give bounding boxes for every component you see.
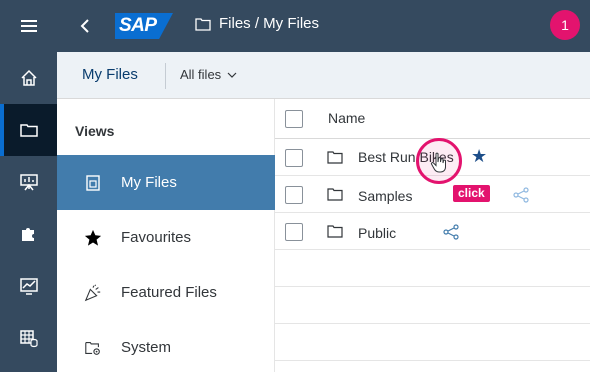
empty-row xyxy=(275,287,590,324)
row-checkbox[interactable] xyxy=(285,149,303,167)
folder-icon xyxy=(327,151,343,164)
puzzle-icon xyxy=(21,228,34,241)
sap-logo[interactable]: SAP xyxy=(115,13,173,39)
views-panel: Views My Files Favourites Featured Files… xyxy=(57,99,275,372)
star-icon xyxy=(83,228,103,248)
chevron-left-icon xyxy=(80,19,89,33)
all-files-label: All files xyxy=(180,67,222,82)
my-files-title[interactable]: My Files xyxy=(82,66,138,83)
view-system[interactable]: System xyxy=(57,320,275,372)
click-label: click xyxy=(453,185,490,202)
chevron-down-icon xyxy=(227,72,237,78)
view-my-files[interactable]: My Files xyxy=(57,155,275,210)
document-icon xyxy=(83,173,103,193)
presentation-icon xyxy=(19,174,38,191)
view-label: My Files xyxy=(121,174,177,191)
back-button[interactable] xyxy=(73,14,97,38)
system-folder-icon xyxy=(83,338,103,358)
views-heading: Views xyxy=(75,123,115,139)
logo-text: SAP xyxy=(119,15,157,36)
analytics-button[interactable] xyxy=(0,260,57,312)
row-checkbox[interactable] xyxy=(285,186,303,204)
notification-count: 1 xyxy=(561,17,569,33)
table-header-row: Name xyxy=(275,99,590,139)
favourite-star-icon[interactable]: ★ xyxy=(471,146,487,167)
folder-icon xyxy=(327,225,343,238)
empty-row xyxy=(275,250,590,287)
file-name-link[interactable]: Public xyxy=(358,225,396,241)
row-checkbox[interactable] xyxy=(285,223,303,241)
view-featured-files[interactable]: Featured Files xyxy=(57,265,275,320)
view-label: System xyxy=(121,339,172,356)
all-files-dropdown[interactable]: All files xyxy=(180,67,237,82)
view-favourites[interactable]: Favourites xyxy=(57,210,275,265)
empty-row xyxy=(275,324,590,361)
view-label: Featured Files xyxy=(121,284,217,301)
file-name-link[interactable]: Samples xyxy=(358,188,412,204)
folder-icon xyxy=(327,188,343,201)
party-popper-icon xyxy=(83,283,103,303)
breadcrumb: Files / My Files xyxy=(195,15,319,32)
files-subheader: My Files All files xyxy=(57,52,590,99)
column-header-name[interactable]: Name xyxy=(328,110,365,126)
folder-icon xyxy=(195,17,211,31)
stories-button[interactable] xyxy=(0,156,57,208)
select-all-checkbox[interactable] xyxy=(285,110,303,128)
hand-cursor-icon xyxy=(430,152,446,173)
menu-icon xyxy=(20,20,37,32)
data-button[interactable] xyxy=(0,312,57,364)
breadcrumb-text: Files / My Files xyxy=(219,15,320,32)
table-database-icon xyxy=(19,330,38,348)
share-icon[interactable] xyxy=(443,224,459,240)
home-button[interactable] xyxy=(0,52,57,104)
share-icon[interactable] xyxy=(513,187,529,203)
notification-badge[interactable]: 1 xyxy=(550,10,580,40)
modeler-button[interactable] xyxy=(0,208,57,260)
divider xyxy=(165,63,166,89)
view-label: Favourites xyxy=(121,229,192,246)
side-navigation xyxy=(0,0,57,372)
analytics-icon xyxy=(19,278,38,295)
home-icon xyxy=(20,69,37,86)
shell-header: SAP Files / My Files 1 xyxy=(57,0,590,52)
folder-icon xyxy=(19,124,38,137)
table-row[interactable]: Public xyxy=(275,213,590,250)
menu-button[interactable] xyxy=(0,0,57,52)
files-button[interactable] xyxy=(0,104,57,156)
